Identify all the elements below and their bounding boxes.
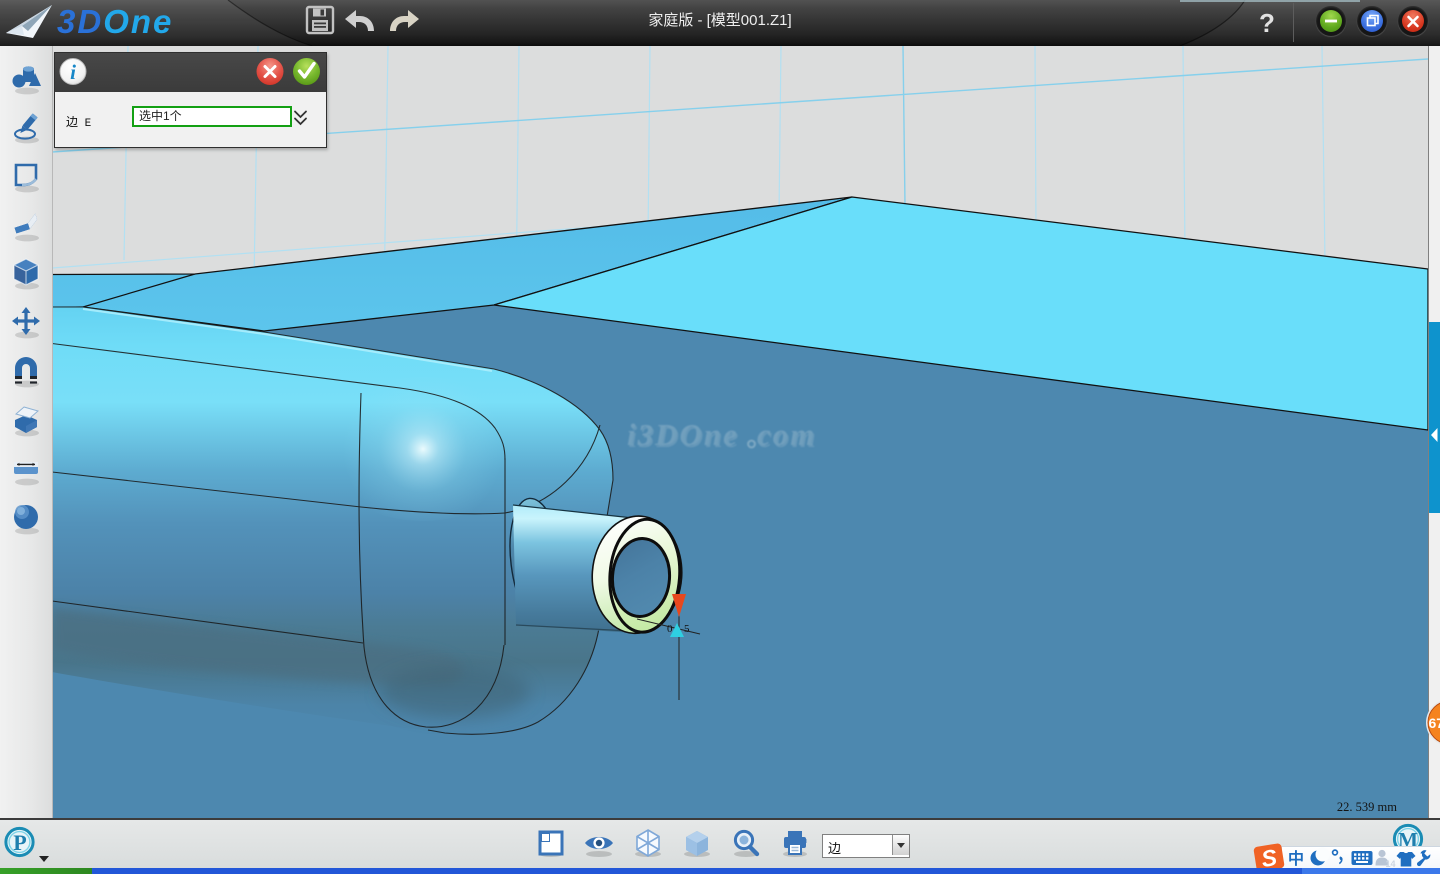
svg-text:P: P [13,830,26,855]
svg-text:5: 5 [684,623,690,635]
svg-text:中: 中 [1288,849,1304,868]
svg-text:i3DOne: i3DOne [629,419,741,454]
svg-text:com: com [759,419,818,454]
svg-text:22. 539 mm: 22. 539 mm [1337,800,1397,814]
svg-text:67: 67 [1429,715,1440,731]
svg-text:i: i [70,60,76,84]
